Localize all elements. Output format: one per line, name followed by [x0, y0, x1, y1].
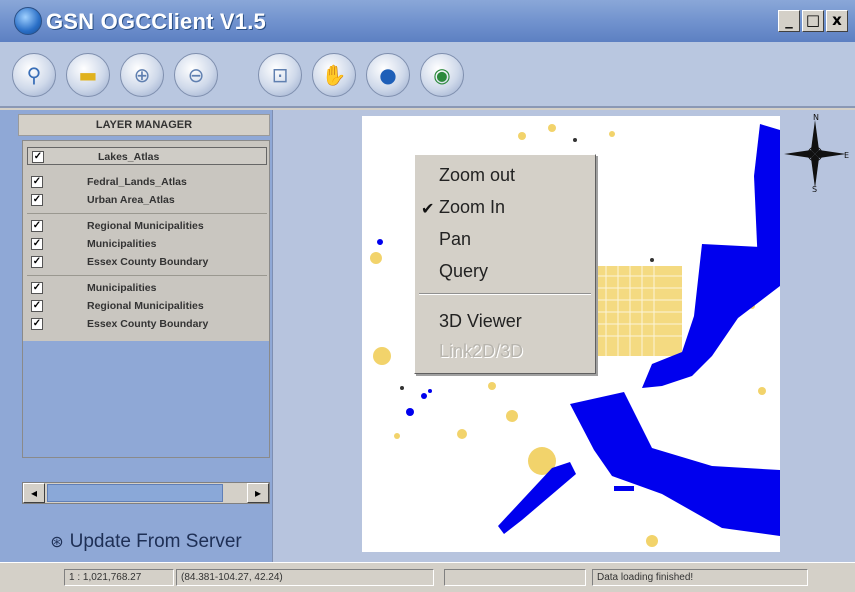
update-from-server-button[interactable]: ⊛ Update From Server: [22, 525, 270, 559]
layer-checkbox[interactable]: ✓: [31, 238, 43, 250]
menu-separator: [419, 293, 591, 295]
layer-checkbox[interactable]: ✓: [32, 151, 44, 163]
tool-button-1[interactable]: ⚲: [12, 53, 56, 97]
layer-checkbox[interactable]: ✓: [31, 300, 43, 312]
tool-button-2[interactable]: ▬: [66, 53, 110, 97]
panel-splitter[interactable]: [272, 110, 282, 562]
update-button-label: Update From Server: [69, 531, 242, 552]
app-window: GSN OGCClient V1.5 _ □ x ⚲ ▬ ⊕ ⊖ ⊡ ✋ ● ◉…: [0, 0, 855, 592]
layer-label: Urban Area_Atlas: [87, 194, 175, 206]
window-title: GSN OGCClient V1.5: [46, 9, 266, 34]
menu-item-zoom-out[interactable]: Zoom out: [439, 165, 515, 186]
scroll-thumb[interactable]: [47, 484, 223, 502]
layer-item[interactable]: ✓ Urban Area_Atlas: [27, 191, 267, 209]
menu-item-link-2d-3d: Link2D/3D: [439, 341, 524, 361]
layer-checkbox[interactable]: ✓: [31, 176, 43, 188]
tool-button-4[interactable]: ⊖: [174, 53, 218, 97]
layer-label: Lakes_Atlas: [98, 151, 160, 163]
layer-item[interactable]: ✓ Essex County Boundary: [27, 315, 267, 333]
compass-s: S: [812, 185, 817, 192]
layer-item[interactable]: ✓ Regional Municipalities: [27, 297, 267, 315]
layer-label: Essex County Boundary: [87, 256, 209, 268]
layer-checkbox[interactable]: ✓: [31, 256, 43, 268]
layer-label: Regional Municipalities: [87, 300, 204, 312]
pan-hand-icon: ✋: [321, 63, 347, 87]
zoom-in-icon: ⊕: [133, 63, 151, 87]
checkmark-icon: ✔: [421, 199, 435, 218]
group-divider: [27, 275, 267, 276]
tool-button-7[interactable]: ●: [366, 53, 410, 97]
layer-checkbox[interactable]: ✓: [31, 318, 43, 330]
layer-checkbox[interactable]: ✓: [31, 220, 43, 232]
layer-manager-title: LAYER MANAGER: [18, 114, 270, 136]
compass-e: E: [844, 151, 849, 160]
close-button[interactable]: x: [826, 10, 848, 32]
tool-button-8[interactable]: ◉: [420, 53, 464, 97]
layer-horizontal-scrollbar[interactable]: ◂ ▸: [22, 482, 270, 504]
layer-label: Municipalities: [87, 282, 157, 294]
zoom-extent-icon: ⊡: [271, 63, 289, 87]
globe-icon: ◉: [433, 63, 451, 87]
tool-button-3[interactable]: ⊕: [120, 53, 164, 97]
scroll-left-button[interactable]: ◂: [23, 483, 45, 503]
menu-item-query[interactable]: Query: [439, 261, 488, 282]
info-icon: ●: [379, 63, 397, 87]
scroll-right-button[interactable]: ▸: [247, 483, 269, 503]
layer-checkbox[interactable]: ✓: [31, 282, 43, 294]
layer-item[interactable]: ✓ Regional Municipalities: [27, 217, 267, 235]
context-menu: Zoom out ✔ Zoom In Pan Query 3D Viewer L…: [414, 154, 596, 374]
title-bar[interactable]: GSN OGCClient V1.5 _ □ x: [0, 0, 855, 42]
group-divider: [27, 213, 267, 214]
compass-n: N: [813, 113, 819, 122]
zoom-out-icon: ⊖: [187, 63, 205, 87]
tool-button-5[interactable]: ⊡: [258, 53, 302, 97]
status-message: Data loading finished!: [592, 569, 808, 586]
coordinates-field: (84.381-104.27, 42.24): [176, 569, 434, 586]
layer-label: Fedral_Lands_Atlas: [87, 176, 187, 188]
layer-item[interactable]: ✓ Essex County Boundary: [27, 253, 267, 271]
layer-label: Municipalities: [87, 238, 157, 250]
network-icon: ⚲: [26, 63, 42, 87]
layer-list: ✓ Lakes_Atlas ✓ Fedral_Lands_Atlas ✓ Urb…: [22, 140, 270, 458]
layer-item[interactable]: ✓ Fedral_Lands_Atlas: [27, 173, 267, 191]
scale-field: 1 : 1,021,768.27: [64, 569, 174, 586]
layer-item[interactable]: ✓ Lakes_Atlas: [27, 147, 267, 165]
status-bar: 1 : 1,021,768.27 (84.381-104.27, 42.24) …: [0, 562, 855, 592]
compass-rose-icon: N E S: [784, 113, 849, 192]
layer-list-empty-area: [23, 341, 269, 457]
layer-checkbox[interactable]: ✓: [31, 194, 43, 206]
toolbar: ⚲ ▬ ⊕ ⊖ ⊡ ✋ ● ◉: [0, 42, 855, 108]
status-empty-field: [444, 569, 586, 586]
menu-item-pan[interactable]: Pan: [439, 229, 471, 250]
layer-item[interactable]: ✓ Municipalities: [27, 235, 267, 253]
maximize-button[interactable]: □: [802, 10, 824, 32]
menu-item-zoom-in[interactable]: Zoom In: [439, 197, 505, 218]
menu-item-3d-viewer[interactable]: 3D Viewer: [439, 311, 522, 332]
layer-label: Essex County Boundary: [87, 318, 209, 330]
layer-item[interactable]: ✓ Municipalities: [27, 279, 267, 297]
app-globe-icon: [14, 7, 42, 35]
layer-manager-panel: LAYER MANAGER ✓ Lakes_Atlas ✓ Fedral_Lan…: [0, 110, 282, 562]
refresh-icon: ⊛: [50, 532, 64, 551]
minimize-button[interactable]: _: [778, 10, 800, 32]
layer-label: Regional Municipalities: [87, 220, 204, 232]
tool-button-6[interactable]: ✋: [312, 53, 356, 97]
folder-icon: ▬: [78, 63, 98, 87]
